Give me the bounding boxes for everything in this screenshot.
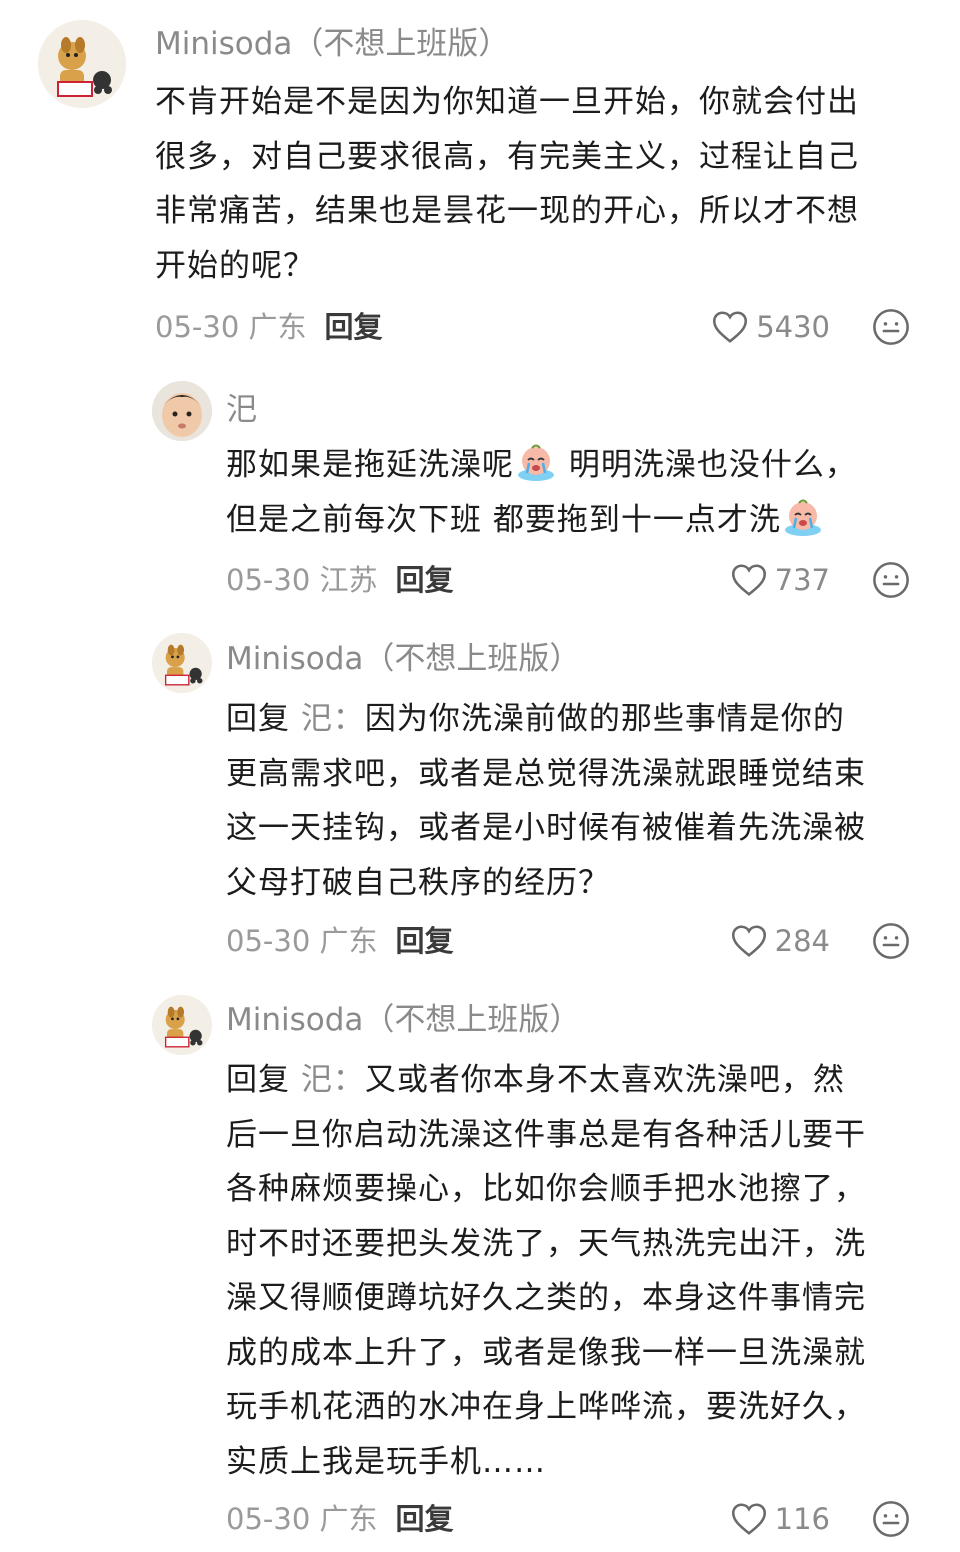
comment-text-part: 明明洗澡也没什么，	[558, 447, 857, 483]
username[interactable]: 汜	[226, 390, 257, 430]
comment-line: 实质上我是玩手机……	[226, 1443, 546, 1480]
comment-meta: 05-30 广东 回复	[226, 1499, 454, 1539]
comment-text-part: 又或者你本身不太喜欢洗澡吧，然	[364, 1062, 845, 1098]
reply-button[interactable]: 回复	[396, 924, 454, 958]
heart-outline-icon	[731, 1503, 766, 1535]
like-button[interactable]: 284	[731, 921, 830, 961]
username[interactable]: Minisoda（不想上班版）	[226, 1000, 580, 1040]
like-button[interactable]: 116	[731, 1499, 830, 1539]
comment-line: 父母打破自己秩序的经历？	[226, 864, 610, 901]
heart-outline-icon	[731, 564, 766, 596]
comment-line: 回复 汜：又或者你本身不太喜欢洗澡吧，然	[226, 1053, 866, 1108]
heart-outline-icon	[731, 925, 766, 957]
avatar[interactable]	[152, 995, 212, 1055]
like-count: 5430	[756, 310, 830, 344]
comment-text: 不肯开始是不是因为你知道一旦开始，你就会付出 很多，对自己要求很高，有完美主义，…	[155, 75, 859, 293]
avatar[interactable]	[152, 381, 212, 441]
username[interactable]: Minisoda（不想上班版）	[226, 639, 580, 679]
comment-text: 那如果是拖延洗澡呢 明明洗澡也没什么， 但是之前每次下班 都要拖到十一点才洗	[226, 438, 857, 547]
comment-line: 后一旦你启动洗澡这件事总是有各种活儿要干	[226, 1116, 866, 1153]
reply-prefix: 回复	[226, 1062, 290, 1098]
dog-avatar-image	[38, 20, 126, 108]
date-location: 05-30 江苏	[226, 563, 378, 597]
reaction-button[interactable]	[872, 922, 910, 960]
reply-target-user[interactable]: 汜：	[301, 701, 365, 737]
like-button[interactable]: 5430	[712, 307, 830, 347]
dog-avatar-image	[152, 633, 212, 693]
like-count: 737	[774, 563, 830, 597]
reaction-button[interactable]	[872, 308, 910, 346]
avatar[interactable]	[38, 20, 126, 108]
comment-text-part: 因为你洗澡前做的那些事情是你的	[364, 701, 845, 737]
comment-meta: 05-30 广东 回复	[226, 921, 454, 961]
comment-meta: 05-30 江苏 回复	[226, 560, 454, 600]
avatar[interactable]	[152, 633, 212, 693]
comment-text-part: 但是之前每次下班 都要拖到十一点才洗	[226, 501, 781, 538]
comment-line: 但是之前每次下班 都要拖到十一点才洗	[226, 493, 857, 548]
reply-prefix: 回复	[226, 701, 290, 737]
comment-line: 很多，对自己要求很高，有完美主义，过程让自己	[155, 138, 859, 175]
comment-line: 这一天挂钩，或者是小时候有被催着先洗澡被	[226, 810, 866, 846]
comment-text: 回复 汜：又或者你本身不太喜欢洗澡吧，然 后一旦你启动洗澡这件事总是有各种活儿要…	[226, 1053, 866, 1489]
smiley-face-icon	[873, 309, 909, 345]
reply-target-user[interactable]: 汜：	[301, 1062, 365, 1098]
dog-avatar-image	[152, 995, 212, 1055]
comment-meta: 05-30 广东 回复	[155, 307, 383, 347]
comment-line: 开始的呢？	[155, 247, 315, 284]
smiley-face-icon	[873, 562, 909, 598]
comment-line: 玩手机花洒的水冲在身上哗哗流，要洗好久，	[226, 1389, 866, 1425]
reaction-button[interactable]	[872, 561, 910, 599]
comment-line: 成的成本上升了，或者是像我一样一旦洗澡就	[226, 1334, 866, 1371]
like-count: 284	[774, 924, 830, 958]
comment-line: 澡又得顺便蹲坑好久之类的，本身这件事情完	[226, 1280, 866, 1316]
comment-line: 那如果是拖延洗澡呢 明明洗澡也没什么，	[226, 438, 857, 493]
crying-face-emoji	[518, 444, 554, 481]
date-location: 05-30 广东	[155, 310, 307, 344]
crying-face-emoji	[784, 499, 821, 536]
comment-line: 回复 汜：因为你洗澡前做的那些事情是你的	[226, 692, 866, 747]
comment-line: 各种麻烦要操心，比如你会顺手把水池擦了，	[226, 1171, 866, 1207]
like-count: 116	[774, 1502, 830, 1536]
smiley-face-icon	[873, 923, 909, 959]
comment-line: 非常痛苦，结果也是昙花一现的开心，所以才不想	[155, 193, 859, 229]
reply-button[interactable]: 回复	[396, 1502, 454, 1536]
reply-button[interactable]: 回复	[325, 310, 383, 344]
reply-button[interactable]: 回复	[396, 563, 454, 597]
comment-line: 更高需求吧，或者是总觉得洗澡就跟睡觉结束	[226, 755, 866, 792]
username[interactable]: Minisoda（不想上班版）	[155, 24, 509, 64]
comment-line: 不肯开始是不是因为你知道一旦开始，你就会付出	[155, 84, 859, 120]
comment-line: 时不时还要把头发洗了，天气热洗完出汗，洗	[226, 1225, 866, 1262]
like-button[interactable]: 737	[731, 560, 830, 600]
date-location: 05-30 广东	[226, 1502, 378, 1536]
comment-text-part: 那如果是拖延洗澡呢	[226, 447, 514, 483]
smiley-face-icon	[873, 1501, 909, 1537]
heart-outline-icon	[713, 311, 748, 343]
date-location: 05-30 广东	[226, 924, 378, 958]
comment-text: 回复 汜：因为你洗澡前做的那些事情是你的 更高需求吧，或者是总觉得洗澡就跟睡觉结…	[226, 692, 866, 910]
baby-avatar-image	[152, 381, 212, 441]
reaction-button[interactable]	[872, 1500, 910, 1538]
